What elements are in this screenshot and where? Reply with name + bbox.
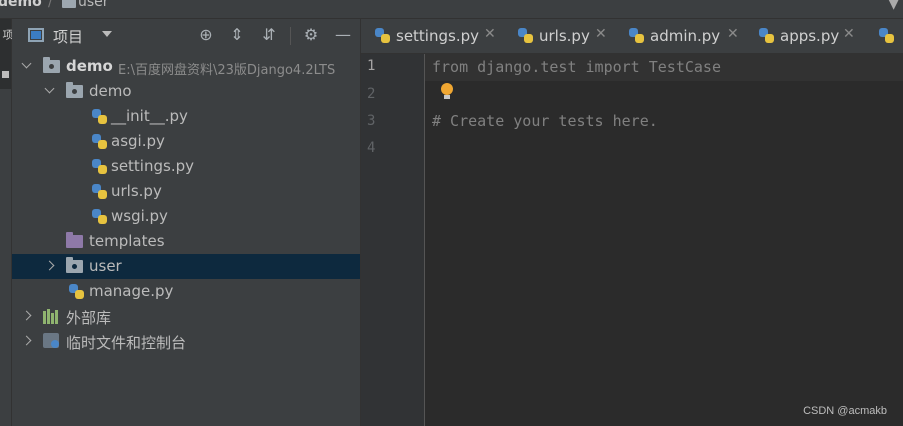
python-file-icon [92,134,108,150]
chevron-down-icon[interactable] [20,60,32,72]
tree-item-label: demo [89,82,132,100]
line-number: 1 [367,58,376,74]
close-icon[interactable]: ✕ [727,26,739,42]
watermark: CSDN @acmakb [803,405,887,417]
chevron-right-icon[interactable] [20,335,32,347]
tab-apps[interactable]: apps.py ✕ [757,19,865,53]
breadcrumb-separator: / [48,0,53,10]
chevron-down-icon[interactable] [102,31,112,37]
scratches-console-icon [43,333,59,348]
python-file-icon [879,28,895,44]
python-file-icon [92,184,108,200]
python-file-icon [759,28,775,44]
lightbulb-icon[interactable] [441,83,453,99]
breadcrumb: demo / user ▼ [0,0,903,19]
tree-item-file[interactable]: settings.py [12,154,360,179]
tab-overflow[interactable] [877,19,903,53]
tree-item-label: __init__.py [111,107,188,125]
editor-area: settings.py ✕ urls.py ✕ admin.py ✕ apps.… [361,19,903,426]
line-number-gutter: 1 2 3 4 [361,54,425,426]
tree-item-label: user [89,257,122,275]
tab-urls[interactable]: urls.py ✕ [516,19,621,53]
code-line[interactable]: from django.test import TestCase [432,58,721,76]
minimize-icon[interactable]: — [333,25,353,44]
line-number: 4 [367,140,376,156]
tree-item-file[interactable]: wsgi.py [12,204,360,229]
line-number: 2 [367,86,376,102]
tree-item-file[interactable]: __init__.py [12,104,360,129]
python-file-icon [375,28,391,44]
python-file-icon [69,284,85,300]
tree-item-label: 外部库 [66,309,112,327]
tree-item-label: asgi.py [111,132,165,150]
chevron-right-icon[interactable] [20,310,32,322]
library-icon [43,309,61,324]
python-file-icon [92,209,108,225]
close-icon[interactable]: ✕ [484,26,496,42]
tree-item-templates[interactable]: templates [12,229,360,254]
tree-item-user[interactable]: user [12,254,360,279]
tree-item-scratches[interactable]: 临时文件和控制台 [12,329,360,354]
breadcrumb-folder[interactable]: user [78,0,109,10]
folder-icon [62,0,76,8]
tree-item-label: wsgi.py [111,207,168,225]
tree-item-demo-package[interactable]: demo [12,79,360,104]
tree-item-label: demo [66,57,113,75]
tool-window-icon [2,71,9,78]
tree-item-label: templates [89,232,165,250]
tree-item-label: urls.py [111,182,162,200]
chevron-right-icon[interactable] [43,260,55,272]
python-file-icon [629,28,645,44]
expand-all-icon[interactable]: ⇕ [227,25,247,44]
tree-item-file[interactable]: urls.py [12,179,360,204]
gear-icon[interactable]: ⚙ [301,25,321,44]
templates-folder-icon [66,232,83,248]
package-folder-icon [66,257,83,273]
project-tool-tab[interactable]: 项 [0,19,14,89]
tree-item-label: manage.py [89,282,174,300]
folder-icon [43,57,60,73]
tab-label: urls.py [539,27,590,45]
tab-label: settings.py [396,27,479,45]
editor-tab-bar: settings.py ✕ urls.py ✕ admin.py ✕ apps.… [361,19,903,54]
collapse-all-icon[interactable]: ⇵ [259,25,279,44]
tree-item-demo-root[interactable]: demo E:\百度网盘资料\23版Django4.2LTS [12,54,360,79]
close-icon[interactable]: ✕ [843,26,855,42]
tree-item-file[interactable]: asgi.py [12,129,360,154]
project-toolbar: 项目 ⊕ ⇕ ⇵ ⚙ — [12,19,360,53]
line-number: 3 [367,113,376,129]
project-panel-title[interactable]: 项目 [53,26,83,47]
tab-admin[interactable]: admin.py ✕ [627,19,751,53]
tree-item-manage[interactable]: manage.py [12,279,360,304]
close-icon[interactable]: ✕ [595,26,607,42]
project-panel: 项目 ⊕ ⇕ ⇵ ⚙ — demo E:\百度网盘资料\23版Django4.2… [12,19,361,426]
breadcrumb-project[interactable]: demo [0,0,42,10]
python-file-icon [518,28,534,44]
tree-item-path: E:\百度网盘资料\23版Django4.2LTS [118,63,336,78]
code-line[interactable]: # Create your tests here. [432,112,658,130]
tab-label: admin.py [650,27,721,45]
package-folder-icon [66,82,83,98]
python-file-icon [92,159,108,175]
project-view-icon [28,28,44,42]
toolbar-divider [290,27,291,45]
left-tool-strip: 项 [0,19,14,426]
python-file-icon [92,109,108,125]
tree-item-label: settings.py [111,157,194,175]
chevron-down-icon[interactable] [43,85,55,97]
tab-label: apps.py [780,27,840,45]
tab-settings[interactable]: settings.py ✕ [373,19,509,53]
tree-item-label: 临时文件和控制台 [66,334,187,352]
user-icon[interactable]: ▼ [888,0,899,12]
tree-item-external-libraries[interactable]: 外部库 [12,304,360,329]
locate-icon[interactable]: ⊕ [196,25,216,44]
